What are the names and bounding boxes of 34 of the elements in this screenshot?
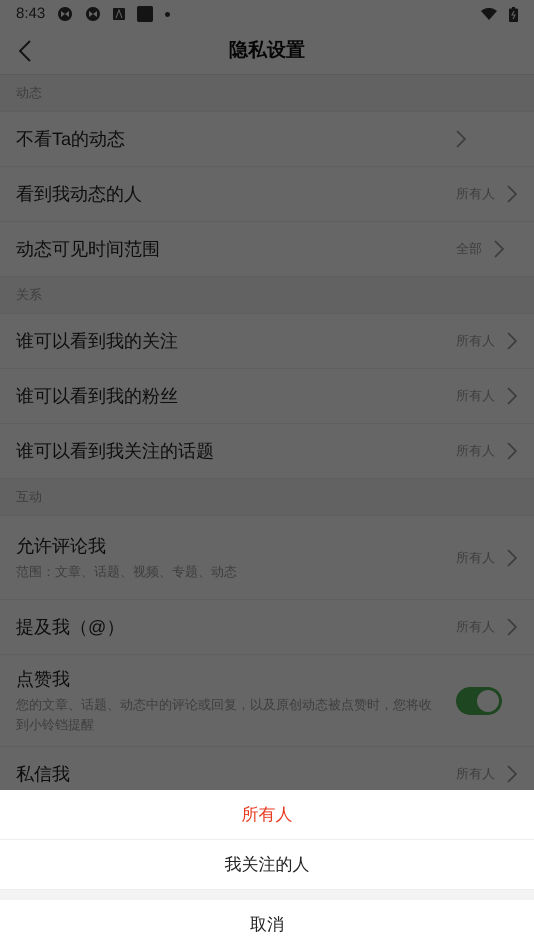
back-icon[interactable] — [19, 40, 31, 62]
toggle-switch[interactable] — [456, 686, 502, 714]
chevron-right-icon — [507, 442, 517, 460]
page-title: 隐私设置 — [229, 38, 305, 63]
square-icon — [137, 6, 154, 22]
wifi-icon — [481, 8, 497, 20]
chevron-right-icon — [456, 130, 466, 148]
cancel-button[interactable]: 取消 — [0, 900, 534, 950]
row-label: 私信我 — [16, 763, 71, 786]
app-notification-icon — [57, 6, 74, 22]
row-label: 谁可以看到我的粉丝 — [16, 385, 179, 408]
row-label: 谁可以看到我关注的话题 — [16, 440, 215, 463]
settings-row[interactable]: 不看Ta的动态 — [0, 112, 534, 167]
row-label: 不看Ta的动态 — [16, 128, 126, 151]
chevron-right-icon — [507, 765, 517, 783]
row-label: 动态可见时间范围 — [16, 238, 161, 261]
chevron-right-icon — [507, 332, 517, 350]
row-label: 允许评论我 — [16, 534, 107, 558]
battery-icon — [509, 6, 518, 22]
sheet-option[interactable]: 所有人 — [0, 790, 534, 840]
sheet-option[interactable]: 我关注的人 — [0, 840, 534, 890]
chevron-right-icon — [494, 240, 504, 258]
chevron-right-icon — [507, 185, 517, 203]
row-label: 谁可以看到我的关注 — [16, 330, 179, 353]
app-notification-icon — [85, 6, 102, 22]
dot-icon — [165, 12, 170, 16]
row-label: 提及我（@） — [16, 616, 126, 639]
row-label: 点赞我 — [16, 668, 71, 690]
chevron-right-icon — [507, 548, 517, 566]
row-label: 看到我动态的人 — [16, 183, 143, 206]
status-time: 8:43 — [16, 4, 46, 24]
chevron-right-icon — [507, 618, 517, 636]
chevron-right-icon — [507, 387, 517, 405]
keyboard-icon — [113, 8, 126, 20]
